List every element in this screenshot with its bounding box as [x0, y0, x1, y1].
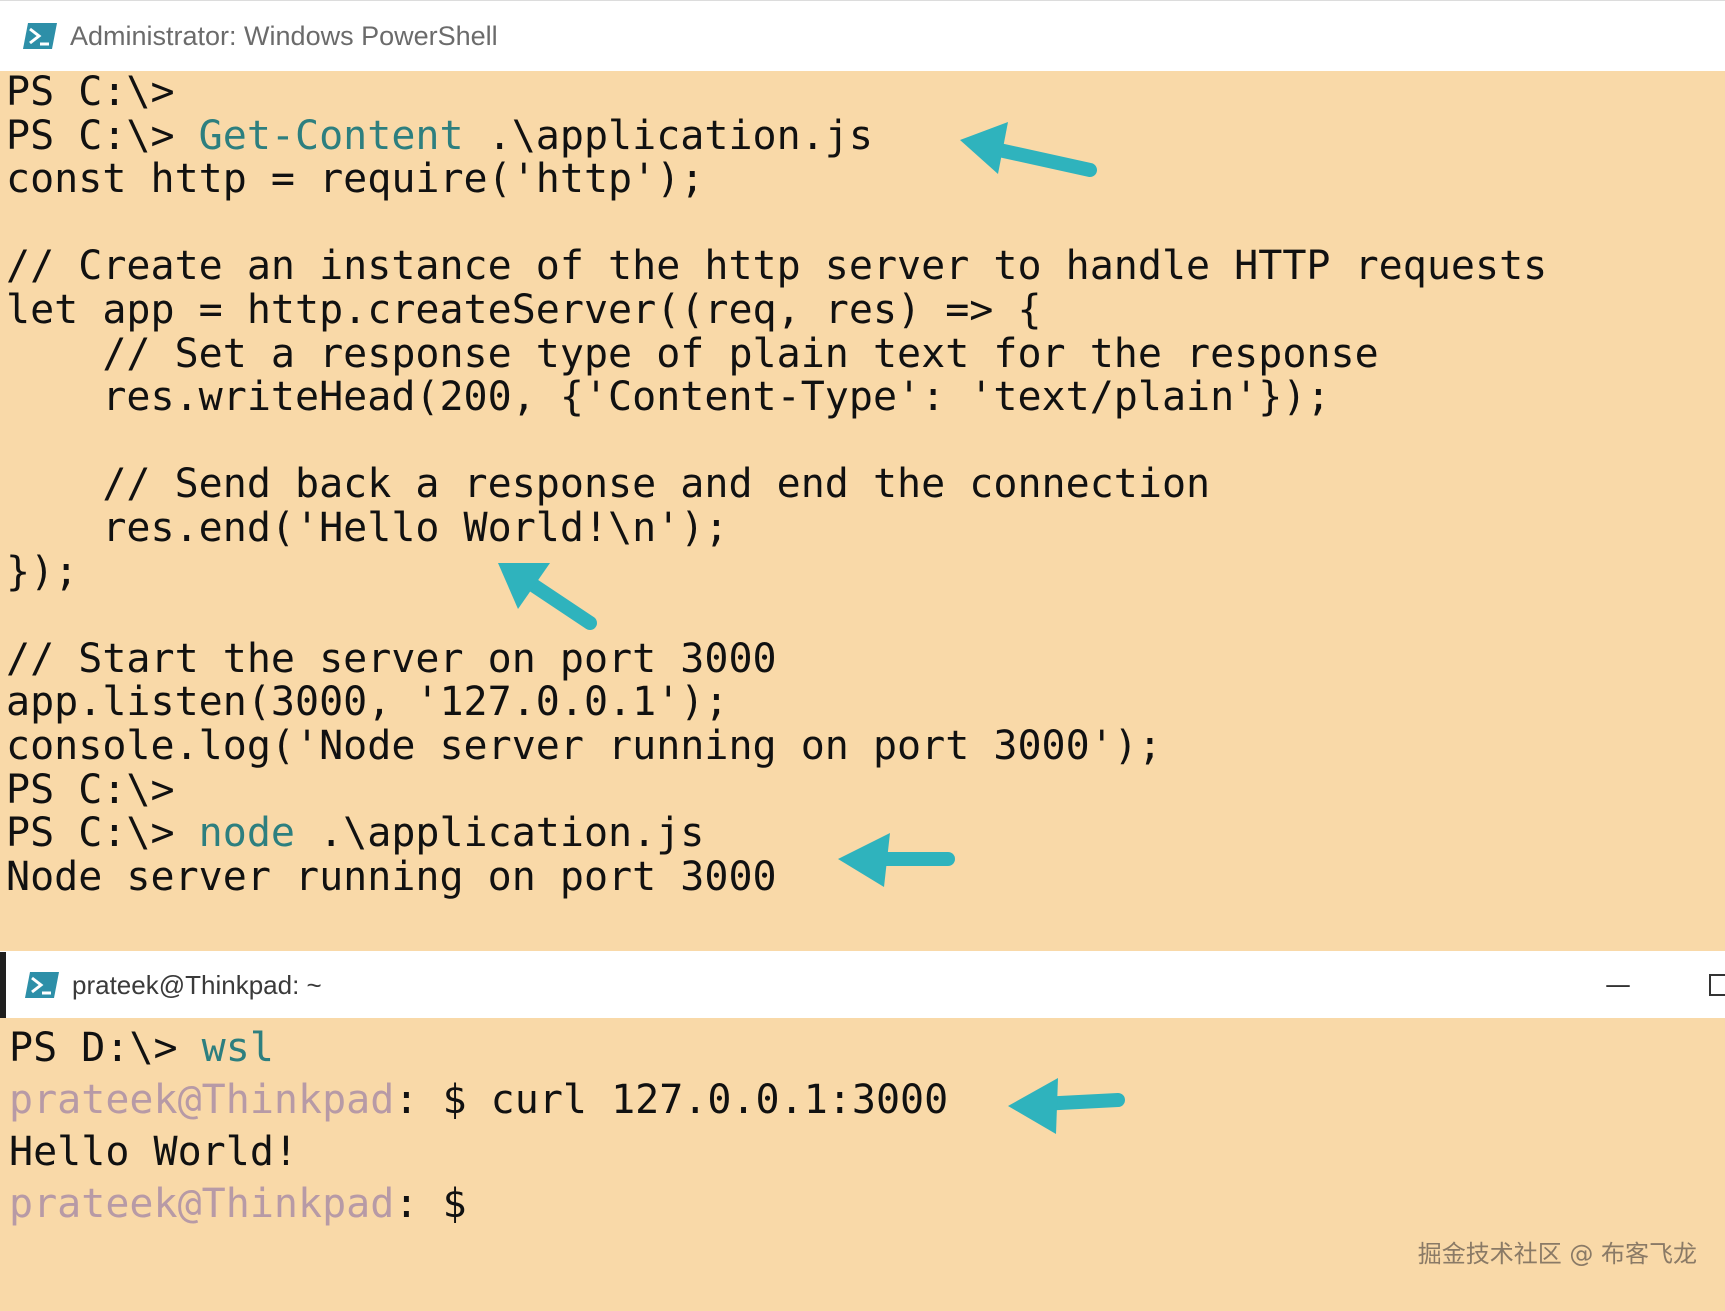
- window-title: prateek@Thinkpad: ~: [72, 969, 322, 1000]
- console-line: // Create an instance of the http server…: [6, 245, 1547, 289]
- console-line: PS C:\> Get-Content .\application.js: [6, 112, 1547, 159]
- powershell-admin-window: Administrator: Windows PowerShell PS C:\…: [0, 0, 1725, 951]
- title-bar[interactable]: prateek@Thinkpad: ~ —: [0, 952, 1725, 1018]
- output-text: // Start the server on port 3000: [6, 635, 777, 682]
- output-text: console.log('Node server running on port…: [6, 722, 1162, 769]
- console-line: Hello World!: [9, 1126, 948, 1178]
- arrow-annotation-icon: [838, 833, 955, 887]
- output-text: let app = http.createServer((req, res) =…: [6, 286, 1042, 333]
- arrow-annotation-icon: [1008, 1078, 1125, 1134]
- arrow-annotation-icon: [498, 563, 597, 630]
- output-text: app.listen(3000, '127.0.0.1');: [6, 679, 729, 726]
- console-line: prateek@Thinkpad: $: [9, 1178, 948, 1230]
- prompt: PS C:\>: [6, 766, 175, 813]
- window-title: Administrator: Windows PowerShell: [70, 20, 498, 51]
- output-text: });: [6, 548, 79, 595]
- console-line: console.log('Node server running on port…: [6, 722, 1547, 769]
- output-text: // Send back a response and end the conn…: [6, 461, 1211, 508]
- output-text: res.writeHead(200, {'Content-Type': 'tex…: [6, 374, 1331, 421]
- command: node: [198, 810, 295, 857]
- output-text: Hello World!: [9, 1129, 298, 1175]
- prompt: PS D:\>: [9, 1025, 202, 1071]
- console-line: // Set a response type of plain text for…: [6, 330, 1547, 377]
- command-args: .\application.js: [463, 112, 873, 159]
- command: wsl: [201, 1025, 274, 1071]
- powershell-icon: [25, 972, 59, 998]
- title-bar[interactable]: Administrator: Windows PowerShell: [0, 1, 1725, 71]
- command: Get-Content: [198, 112, 464, 159]
- console-line: PS C:\> node .\application.js: [6, 810, 1547, 857]
- console-line: Node server running on port 3000: [6, 853, 1547, 900]
- console-output[interactable]: PS C:\> PS C:\> Get-Content .\application…: [6, 69, 1547, 900]
- console-line: });: [6, 548, 1547, 595]
- console-line: PS C:\>: [6, 69, 1547, 115]
- watermark: 掘金技术社区 @ 布客飞龙: [1417, 1240, 1697, 1268]
- wsl-user-prompt: prateek@Thinkpad: [9, 1181, 395, 1227]
- console-line: PS C:\>: [6, 766, 1547, 813]
- console-line: prateek@Thinkpad: $ curl 127.0.0.1:3000: [9, 1074, 948, 1126]
- console-line: PS D:\> wsl: [9, 1022, 948, 1074]
- maximize-button[interactable]: [1709, 974, 1725, 996]
- output-text: // Set a response type of plain text for…: [6, 330, 1379, 377]
- console-line: let app = http.createServer((req, res) =…: [6, 286, 1547, 333]
- prompt-command: $ curl 127.0.0.1:3000: [418, 1077, 949, 1123]
- output-text: // Create an instance of the http server…: [6, 243, 1548, 290]
- console-output[interactable]: PS D:\> wsl prateek@Thinkpad: $ curl 127.…: [9, 1022, 948, 1230]
- prompt: PS C:\>: [6, 810, 199, 857]
- prompt-command: $: [418, 1181, 467, 1227]
- prompt-separator: :: [394, 1077, 419, 1123]
- console-line: app.listen(3000, '127.0.0.1');: [6, 681, 1547, 725]
- console-line: res.end('Hello World!\n');: [6, 504, 1547, 551]
- wsl-user-prompt: prateek@Thinkpad: [9, 1077, 395, 1123]
- powershell-icon: [23, 23, 57, 49]
- prompt: PS C:\>: [6, 69, 175, 115]
- command-args: .\application.js: [294, 810, 705, 857]
- console-line: // Start the server on port 3000: [6, 635, 1547, 682]
- console-line: res.writeHead(200, {'Content-Type': 'tex…: [6, 374, 1547, 421]
- prompt: PS C:\>: [6, 112, 199, 159]
- output-text: res.end('Hello World!\n');: [6, 504, 729, 551]
- prompt-separator: :: [394, 1181, 419, 1227]
- console-line: // Send back a response and end the conn…: [6, 463, 1547, 507]
- output-text: Node server running on port 3000: [6, 853, 777, 900]
- output-text: const http = require('http');: [6, 156, 705, 203]
- arrow-annotation-icon: [960, 122, 1097, 177]
- console-line: const http = require('http');: [6, 156, 1547, 203]
- minimize-button[interactable]: —: [1605, 970, 1631, 1000]
